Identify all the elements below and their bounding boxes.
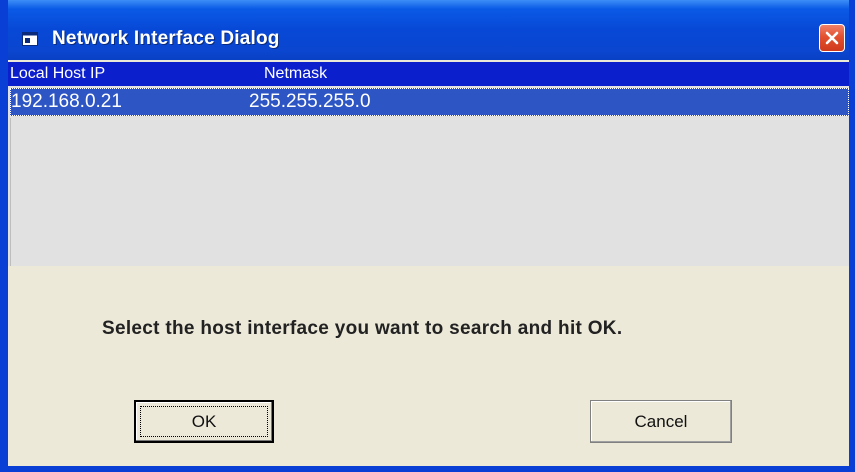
ok-button-label: OK [191, 412, 217, 431]
window-title: Network Interface Dialog [52, 28, 280, 49]
close-x-icon [825, 31, 839, 45]
instruction-text: Select the host interface you want to se… [102, 318, 623, 339]
window-app-icon [22, 32, 38, 46]
column-header-netmask[interactable]: Netmask [264, 65, 327, 83]
interface-list[interactable]: Local Host IP Netmask 192.168.0.21 255.2… [8, 62, 849, 266]
cell-netmask: 255.255.255.0 [249, 91, 371, 112]
cancel-button[interactable]: Cancel [590, 400, 732, 443]
column-header-local-host-ip[interactable]: Local Host IP [10, 65, 105, 83]
list-row-selected[interactable]: 192.168.0.21 255.255.255.0 [10, 88, 849, 116]
title-bar[interactable]: Network Interface Dialog [8, 0, 849, 60]
cell-ip: 192.168.0.21 [11, 91, 122, 112]
close-button[interactable] [819, 24, 845, 52]
network-interface-dialog: Network Interface Dialog Local Host IP N… [0, 0, 855, 472]
list-header: Local Host IP Netmask [8, 62, 849, 86]
list-empty-area[interactable] [10, 118, 849, 266]
ok-button[interactable]: OK [134, 400, 274, 443]
cancel-button-label: Cancel [634, 412, 688, 431]
